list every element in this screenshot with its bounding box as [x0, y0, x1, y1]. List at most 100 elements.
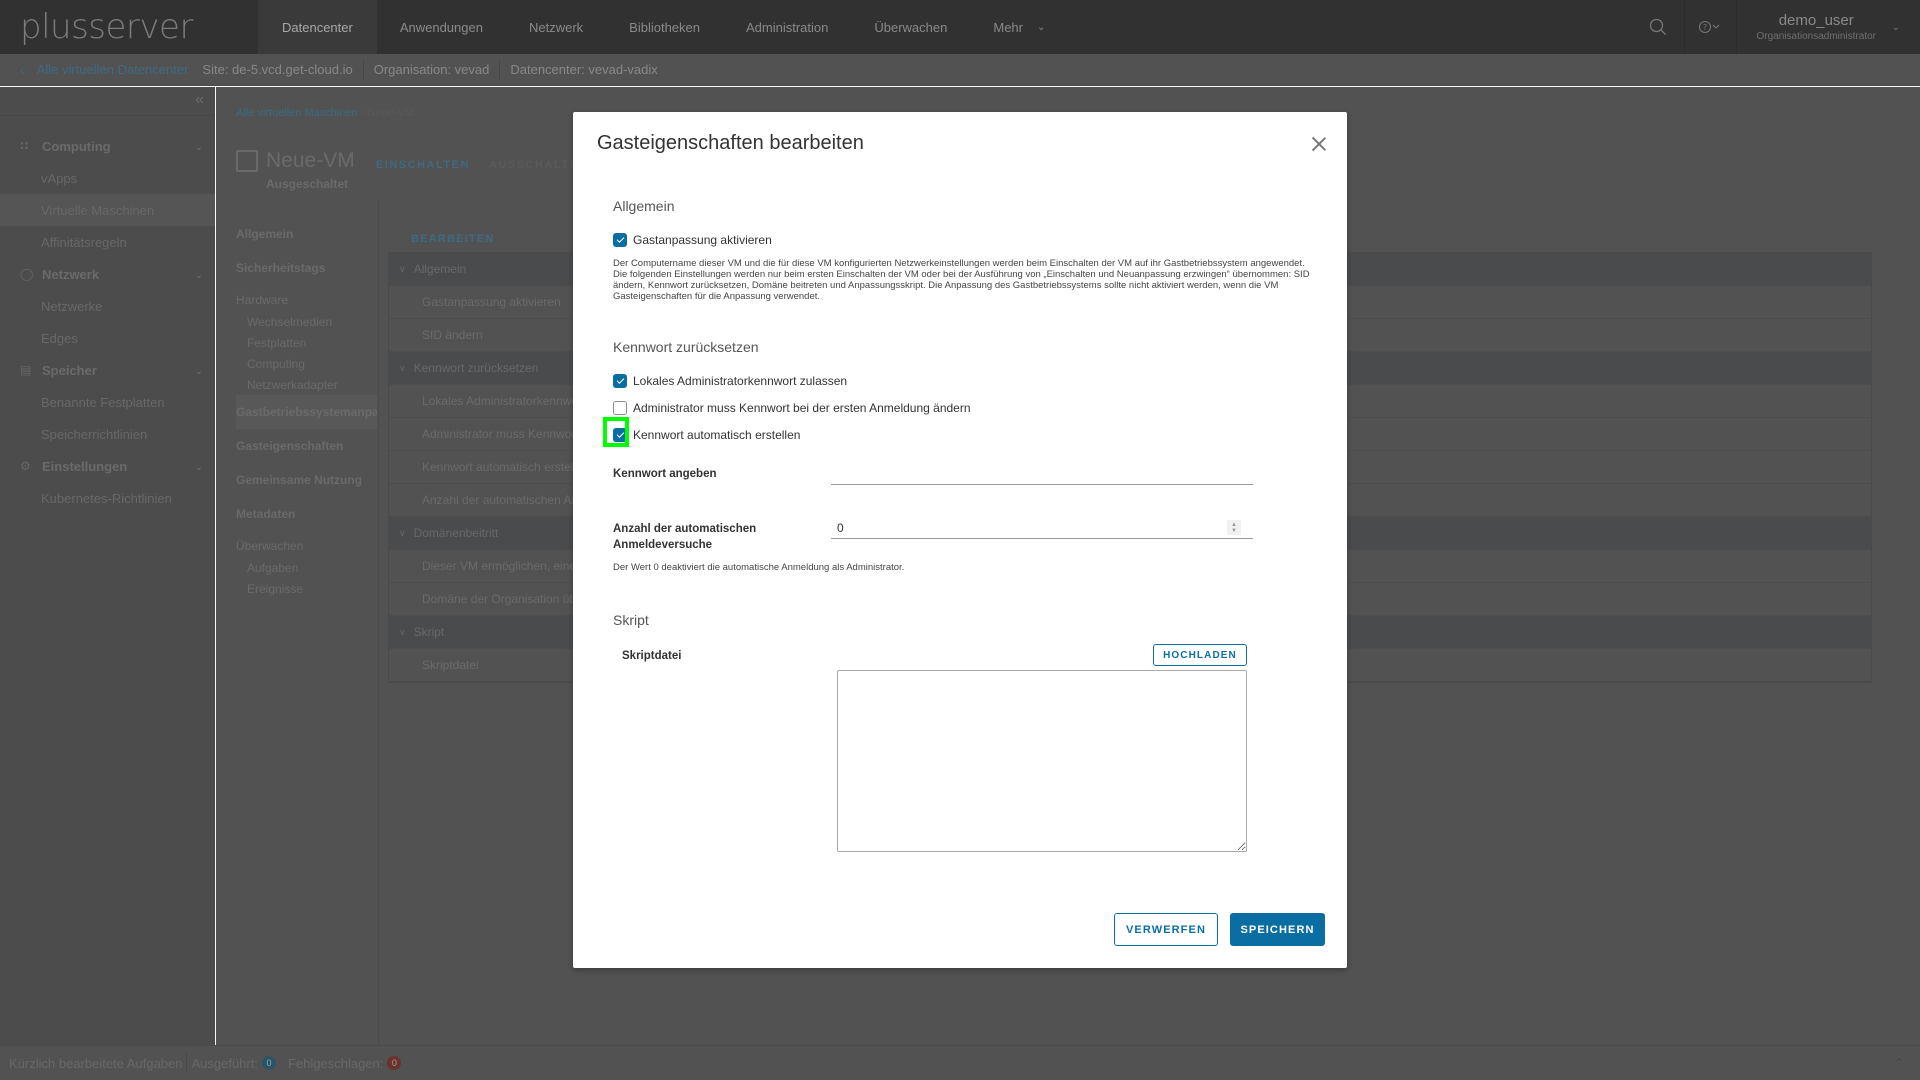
- sidebar-item-speicherrichtlinien[interactable]: Speicherrichtlinien: [0, 418, 215, 450]
- sidebar-group-speicher[interactable]: ▤ Speicher ⌄: [0, 354, 215, 386]
- edit-link[interactable]: BEARBEITEN: [411, 233, 495, 245]
- grid-row-label: Allgemein: [413, 262, 467, 276]
- allow-local-admin-checkbox[interactable]: [613, 374, 627, 388]
- password-input[interactable]: [831, 463, 1253, 485]
- spinner-arrows-icon[interactable]: ▲ ▼: [1227, 520, 1241, 535]
- vm-section-nav-item[interactable]: Gasteigenschaften: [236, 429, 377, 463]
- breadcrumb-link[interactable]: Alle virtuellen Maschinen: [236, 107, 358, 119]
- sidebar-group-computing[interactable]: ∷ Computing ⌄: [0, 130, 215, 162]
- top-header: plusserver Datencenter Anwendungen Netzw…: [0, 0, 1920, 54]
- vm-section-nav: Allgemein Sicherheitstags Hardware Wechselm…: [236, 217, 377, 599]
- allow-local-admin-checkbox-row[interactable]: Lokales Administratorkennwort zulassen: [613, 374, 847, 388]
- user-name: demo_user: [1778, 12, 1854, 29]
- sidebar: « ∷ Computing ⌄ vApps Virtuelle Maschine…: [0, 87, 215, 1045]
- vm-section-nav-item[interactable]: Wechselmedien: [236, 311, 377, 332]
- user-menu[interactable]: demo_user Organisationsadministrator ⌄: [1735, 0, 1920, 54]
- task-bar: Kürzlich bearbeitete Aufgaben Ausgeführt…: [0, 1045, 1920, 1080]
- admin-must-change-checkbox-row[interactable]: Administrator muss Kennwort bei der erst…: [613, 401, 971, 415]
- enable-customization-checkbox[interactable]: [613, 233, 627, 247]
- header-actions: ? demo_user Organisationsadministrator ⌄: [1632, 0, 1920, 54]
- help-icon: ?: [1699, 21, 1720, 33]
- discard-button[interactable]: VERWERFEN: [1114, 913, 1218, 946]
- vm-section-nav-item: Überwachen: [236, 539, 304, 553]
- checkbox-label: Kennwort automatisch erstellen: [633, 428, 801, 442]
- section-script-heading: Skript: [613, 612, 649, 628]
- sidebar-item-affinitaetsregeln[interactable]: Affinitätsregeln: [0, 226, 215, 258]
- nav-anwendungen[interactable]: Anwendungen: [377, 0, 506, 54]
- vm-section-nav-item[interactable]: Gemeinsame Nutzung: [236, 463, 377, 497]
- sidebar-group-label: Computing: [42, 138, 111, 154]
- recent-tasks-toggle[interactable]: Kürzlich bearbeitete Aufgaben: [9, 1056, 182, 1071]
- vm-section-nav-item: Hardware: [236, 293, 289, 307]
- auto-generate-password-checkbox-row[interactable]: Kennwort automatisch erstellen: [613, 428, 800, 442]
- vm-section-nav-item[interactable]: Netzwerkadapter: [236, 374, 377, 395]
- site-label: Site: de-5.vcd.get-cloud.io: [202, 62, 353, 77]
- script-label: Skriptdatei: [622, 650, 682, 662]
- sidebar-item-vapps[interactable]: vApps: [0, 162, 215, 194]
- storage-icon: ▤: [20, 363, 32, 377]
- nav-ueberwachen[interactable]: Überwachen: [851, 0, 970, 54]
- breadcrumb-current: Neue-VM: [367, 107, 414, 119]
- sidebar-item-virtuelle-maschinen[interactable]: Virtuelle Maschinen: [0, 194, 215, 226]
- help-menu-button[interactable]: ?: [1683, 0, 1736, 54]
- vm-section-nav-item[interactable]: Aufgaben: [236, 557, 377, 578]
- failed-count-badge: 0: [387, 1056, 402, 1070]
- breadcrumb: Alle virtuellen Maschinen › Neue-VM: [236, 107, 414, 119]
- vm-section-nav-item[interactable]: Sicherheitstags: [236, 251, 377, 285]
- nav-netzwerk[interactable]: Netzwerk: [506, 0, 606, 54]
- grid-row-label: Domänenbeitritt: [413, 526, 499, 540]
- script-textarea[interactable]: [837, 670, 1247, 852]
- vm-section-nav-item[interactable]: Ereignisse: [236, 578, 377, 599]
- chevron-down-icon: ⌄: [194, 142, 203, 153]
- nav-bibliotheken[interactable]: Bibliotheken: [606, 0, 723, 54]
- sidebar-group-einstellungen[interactable]: ⚙ Einstellungen ⌄: [0, 450, 215, 482]
- chevron-down-icon: ⌄: [194, 366, 203, 377]
- nav-mehr[interactable]: Mehr ⌄: [970, 0, 1068, 54]
- chevron-down-icon: ∨: [399, 527, 406, 538]
- sidebar-item-netzwerke[interactable]: Netzwerke: [0, 290, 215, 322]
- vm-status: Ausgeschaltet: [266, 177, 349, 191]
- divider: [499, 59, 501, 80]
- focus-highlight: [603, 417, 629, 447]
- sidebar-list: ∷ Computing ⌄ vApps Virtuelle Maschinen …: [0, 130, 215, 514]
- close-icon[interactable]: [1311, 136, 1327, 152]
- chevron-double-up-icon[interactable]: ⌃: [1894, 1056, 1904, 1070]
- vm-section-nav-item[interactable]: Allgemein: [236, 217, 377, 251]
- vm-section-nav-item[interactable]: Festplatten: [236, 332, 377, 353]
- datacenter-label: Datencenter: vevad-vadix: [510, 62, 658, 77]
- vm-section-nav-item[interactable]: Computing: [236, 353, 377, 374]
- enable-customization-checkbox-row[interactable]: Gastanpassung aktivieren: [613, 233, 772, 247]
- chevron-down-icon: ∨: [399, 263, 406, 274]
- divider: [362, 59, 364, 80]
- vm-section-nav-item[interactable]: Gastbetriebssystemanpassung: [236, 395, 377, 429]
- gear-icon: ⚙: [20, 459, 31, 473]
- save-button[interactable]: SPEICHERN: [1230, 913, 1325, 946]
- grid-row-label: Gastanpassung aktivieren: [422, 295, 561, 309]
- svg-text:?: ?: [1703, 23, 1707, 32]
- collapse-sidebar-icon[interactable]: «: [195, 91, 204, 109]
- nav-datencenter[interactable]: Datencenter: [258, 0, 377, 54]
- sidebar-item-benannte-festplatten[interactable]: Benannte Festplatten: [0, 386, 215, 418]
- divider: [378, 199, 379, 1045]
- autologon-count-input[interactable]: [831, 517, 1253, 539]
- sidebar-item-kubernetes-richtlinien[interactable]: Kubernetes-Richtlinien: [0, 482, 215, 514]
- divider: [186, 1053, 188, 1073]
- power-on-button[interactable]: EINSCHALTEN: [376, 159, 470, 171]
- chevron-down-icon: ∨: [399, 362, 406, 373]
- back-link[interactable]: ‹ Alle virtuellen Datencenter: [0, 62, 202, 78]
- vm-section-nav-item[interactable]: Metadaten: [236, 497, 377, 531]
- search-button[interactable]: [1632, 0, 1684, 54]
- upload-button[interactable]: HOCHLADEN: [1153, 644, 1247, 666]
- grid-row-label: SID ändern: [422, 328, 483, 342]
- admin-must-change-checkbox[interactable]: [613, 401, 627, 415]
- grid-row-label: Kennwort automatisch erstellen: [422, 460, 590, 474]
- failed-label: Fehlgeschlagen:: [287, 1055, 384, 1071]
- grid-row-label: Skript: [413, 625, 445, 639]
- checkbox-label: Gastanpassung aktivieren: [633, 233, 772, 247]
- sidebar-group-netzwerk[interactable]: ◯ Netzwerk ⌄: [0, 258, 215, 290]
- nav-administration[interactable]: Administration: [723, 0, 851, 54]
- vm-icon: [236, 150, 258, 172]
- sidebar-item-edges[interactable]: Edges: [0, 322, 215, 354]
- main-nav: Datencenter Anwendungen Netzwerk Bibliot…: [258, 0, 1068, 54]
- section-password-heading: Kennwort zurücksetzen: [613, 339, 759, 355]
